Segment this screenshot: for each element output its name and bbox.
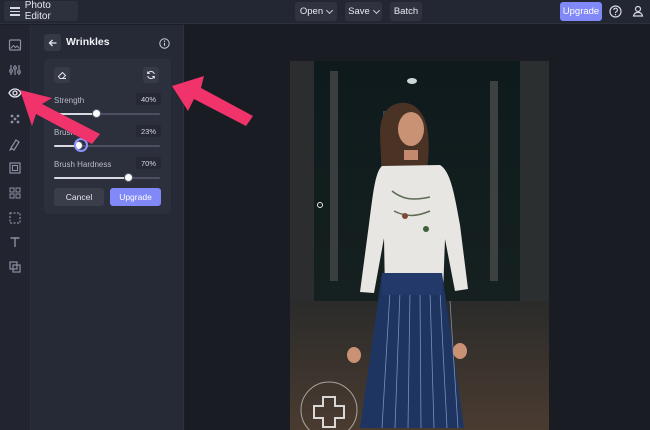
brush-hardness-slider[interactable] xyxy=(54,173,160,182)
upgrade-button[interactable]: Upgrade xyxy=(560,2,602,21)
frame-icon[interactable] xyxy=(8,161,22,175)
brush-size-value[interactable]: 23% xyxy=(136,125,161,137)
texture-icon[interactable] xyxy=(8,211,22,225)
graphics-icon[interactable] xyxy=(8,186,22,200)
eraser-button[interactable] xyxy=(54,67,70,83)
brush-hardness-slider-fill xyxy=(54,177,129,179)
brush-cursor xyxy=(317,202,323,208)
brush-hardness-slider-handle[interactable] xyxy=(123,173,133,182)
image-icon[interactable] xyxy=(8,38,22,52)
back-button[interactable] xyxy=(44,34,61,51)
app-title: Photo Editor xyxy=(24,0,51,22)
app-menu-button[interactable]: Photo Editor xyxy=(4,0,78,22)
arrow-left-icon xyxy=(48,39,56,46)
panel-upgrade-button[interactable]: Upgrade xyxy=(110,188,161,206)
help-icon[interactable] xyxy=(607,3,623,19)
brush-hardness-value[interactable]: 70% xyxy=(136,157,161,169)
batch-label: Batch xyxy=(393,6,419,17)
text-icon[interactable] xyxy=(8,235,22,249)
chevron-down-icon xyxy=(326,6,334,14)
info-icon[interactable] xyxy=(159,36,170,54)
refresh-icon xyxy=(147,70,155,80)
open-button[interactable]: Open xyxy=(295,2,337,21)
strength-value[interactable]: 40% xyxy=(136,93,161,105)
adjustments-icon[interactable] xyxy=(8,63,22,77)
reset-button[interactable] xyxy=(143,67,159,83)
photo-woman-in-white-blouse-and-navy-skirt[interactable] xyxy=(290,61,549,430)
batch-button[interactable]: Batch xyxy=(390,2,422,21)
chevron-down-icon xyxy=(372,6,380,14)
annotation-arrow-right xyxy=(172,76,253,126)
panel-title: Wrinkles xyxy=(66,36,110,48)
eraser-icon xyxy=(57,71,67,79)
top-bar: Photo Editor Open Save Batch Upgrade xyxy=(0,0,650,24)
overlay-icon[interactable] xyxy=(8,260,22,274)
save-button[interactable]: Save xyxy=(345,2,382,21)
account-icon[interactable] xyxy=(630,3,646,19)
open-label: Open xyxy=(299,6,324,17)
annotation-arrow-left xyxy=(20,90,100,144)
save-label: Save xyxy=(348,6,370,17)
brush-hardness-label: Brush Hardness xyxy=(54,160,112,169)
cancel-button[interactable]: Cancel xyxy=(54,188,104,206)
hamburger-icon xyxy=(10,7,20,16)
